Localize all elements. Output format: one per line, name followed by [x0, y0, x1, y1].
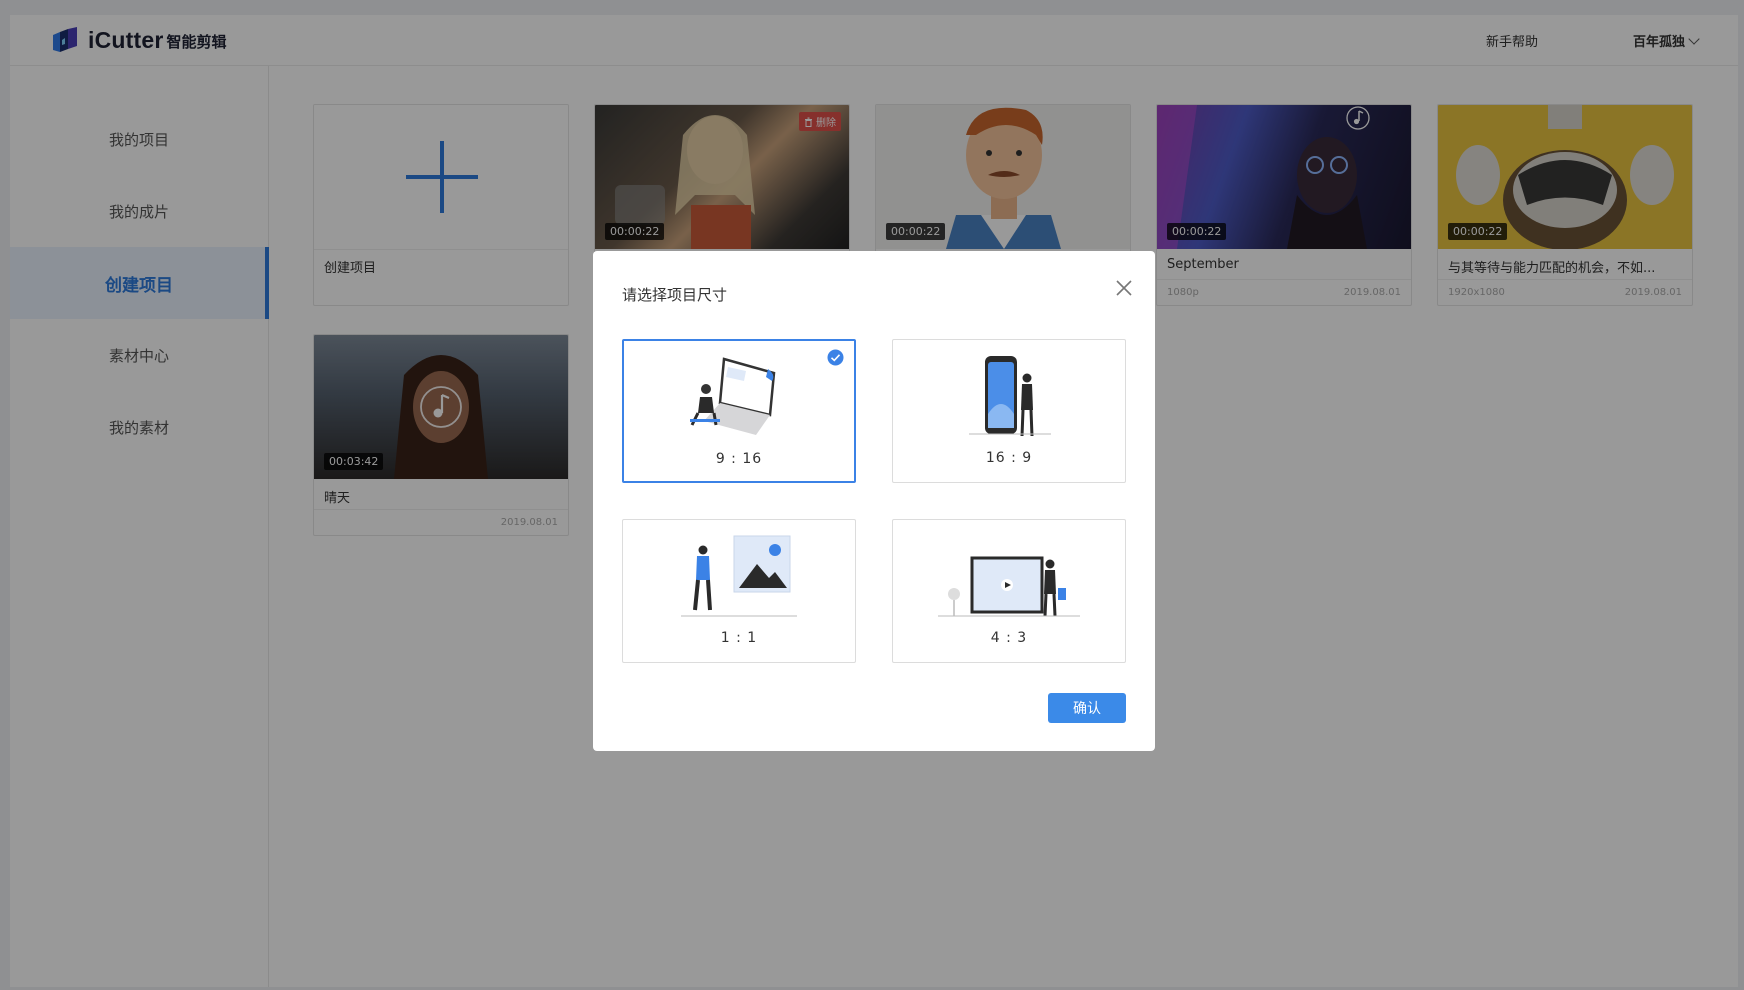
dialog-title: 请选择项目尺寸 [622, 286, 728, 304]
option-label: 4 : 3 [990, 630, 1028, 646]
close-icon[interactable] [1113, 277, 1135, 299]
size-option-9-16[interactable]: 9 : 16 [622, 339, 856, 483]
phone-illustration [969, 356, 1051, 437]
option-label: 1 : 1 [720, 630, 758, 646]
screen-illustration [938, 556, 1080, 617]
size-option-16-9[interactable]: 16 : 9 [892, 339, 1126, 483]
confirm-button[interactable]: 确认 [1048, 693, 1126, 723]
option-label: 16 : 9 [985, 450, 1033, 466]
laptop-illustration [690, 357, 776, 435]
size-option-1-1[interactable]: 1 : 1 [622, 519, 856, 663]
image-illustration [681, 535, 797, 617]
option-label: 9 : 16 [715, 451, 763, 467]
check-circle-icon [827, 349, 844, 366]
project-size-dialog: 请选择项目尺寸 9 : 16 16: 9 1: 1 4: 3 确认 [593, 251, 1155, 751]
size-option-4-3[interactable]: 4 : 3 [892, 519, 1126, 663]
